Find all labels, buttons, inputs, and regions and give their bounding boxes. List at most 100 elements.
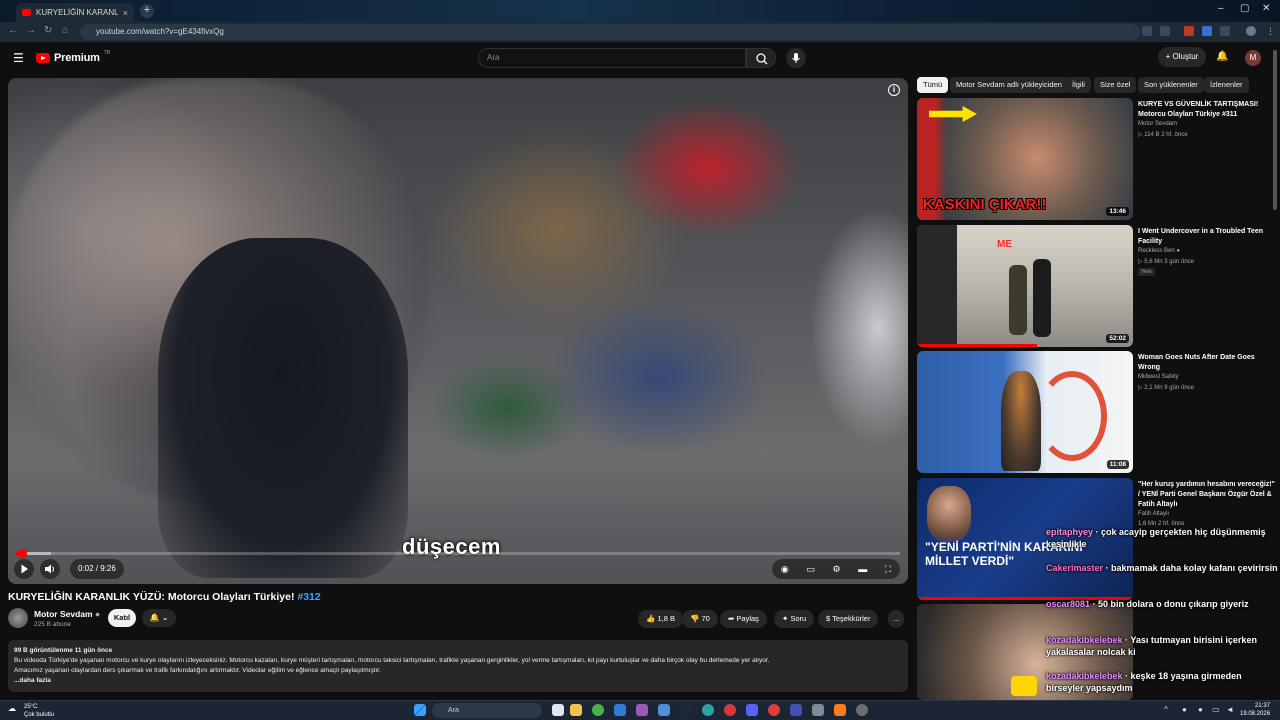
recommendation-item[interactable]: KASKINI ÇIKAR!! 13:46 KURYE VS GÜVENLİK …	[917, 98, 1267, 220]
weather-widget[interactable]: ☁ 25°C Çok bulutlu	[8, 703, 54, 719]
like-button[interactable]: 👍 1,8 B	[638, 610, 683, 628]
app-icon[interactable]	[790, 704, 802, 716]
app-icon[interactable]	[614, 704, 626, 716]
theater-mode-icon[interactable]: ▬	[858, 564, 867, 574]
description-box[interactable]: 99 B görüntülenme 11 gün önce Bu videoda…	[8, 640, 908, 692]
recommendation-channel[interactable]: Reckless Ben ●	[1138, 248, 1180, 254]
dislike-button[interactable]: 👎 70	[682, 610, 718, 628]
url-field[interactable]: youtube.com/watch?v=gE434fivxQg	[80, 24, 1140, 40]
forward-icon[interactable]: →	[26, 25, 36, 36]
subtitles-icon[interactable]: ▭	[806, 564, 815, 575]
create-button[interactable]: + Oluştur	[1158, 47, 1206, 67]
search-button[interactable]	[746, 48, 776, 68]
recommendation-channel[interactable]: Motor Sevdam	[1138, 121, 1177, 127]
video-thumbnail[interactable]: ME 52:02	[917, 225, 1133, 347]
video-hashtag[interactable]: #312	[297, 591, 320, 603]
system-clock[interactable]: 21:37 19.08.2026	[1240, 702, 1270, 718]
chrome-icon[interactable]	[592, 704, 604, 716]
extension-icon[interactable]	[1202, 26, 1212, 36]
fullscreen-icon[interactable]: ⛶	[885, 564, 891, 575]
file-explorer-icon[interactable]	[570, 704, 582, 716]
recommendation-title[interactable]: I Went Undercover in a Troubled Teen Fac…	[1138, 227, 1270, 247]
chip-all[interactable]: Tümü	[917, 77, 949, 93]
recommendation-item[interactable]: ME 52:02 I Went Undercover in a Troubled…	[917, 225, 1267, 347]
info-icon[interactable]: i	[888, 84, 900, 96]
recommendation-title[interactable]: Woman Goes Nuts After Date Goes Wrong	[1138, 353, 1270, 373]
app-icon[interactable]	[724, 704, 736, 716]
channel-name[interactable]: Motor Sevdam ●	[34, 609, 100, 619]
join-button[interactable]: Katıl	[108, 609, 136, 627]
video-thumbnail[interactable]: 11:08	[917, 351, 1133, 473]
notifications-bell-icon[interactable]: 🔔	[1216, 51, 1228, 62]
thanks-button[interactable]: $ Teşekkürler	[818, 610, 879, 628]
chat-message: epitaphyey · çok acayip gerçekten hiç dü…	[1046, 527, 1266, 549]
account-avatar[interactable]: M	[1245, 50, 1261, 66]
voice-search-button[interactable]	[786, 48, 806, 68]
chip-related[interactable]: İlgili	[1066, 77, 1091, 93]
new-tab-button[interactable]: +	[140, 4, 154, 18]
close-tab-icon[interactable]: ×	[123, 8, 128, 18]
cast-icon[interactable]	[1142, 26, 1152, 36]
app-icon[interactable]	[658, 704, 670, 716]
steam-icon[interactable]	[680, 704, 692, 716]
extensions-puzzle-icon[interactable]	[1220, 26, 1230, 36]
verified-icon: ●	[1176, 248, 1180, 254]
channel-avatar[interactable]	[8, 608, 28, 628]
extension-icon[interactable]	[1184, 26, 1194, 36]
network-icon[interactable]: ▭	[1212, 705, 1220, 714]
windows-start-icon[interactable]	[414, 704, 426, 716]
chip-watched[interactable]: İzlenenler	[1204, 77, 1249, 93]
task-view-icon[interactable]	[552, 704, 564, 716]
share-button[interactable]: ➦ Paylaş	[720, 610, 767, 628]
bookmark-star-icon[interactable]	[1160, 26, 1170, 36]
youtube-logo[interactable]: Premium TR	[36, 50, 110, 64]
chip-from-uploader[interactable]: Motor Sevdam adlı yükleyiciden	[950, 77, 1068, 93]
recommendation-title[interactable]: KURYE VS GÜVENLİK TARTIŞMASI! Motorcu Ol…	[1138, 100, 1270, 120]
tray-chevron-icon[interactable]: ^	[1164, 705, 1168, 714]
chip-for-you[interactable]: Size özel	[1094, 77, 1137, 93]
minimize-icon[interactable]: –	[1218, 3, 1224, 14]
settings-gear-icon[interactable]: ⚙	[832, 564, 840, 575]
progress-scrubber[interactable]	[18, 549, 27, 558]
progress-bar[interactable]	[16, 549, 900, 558]
close-window-icon[interactable]: ✕	[1262, 3, 1270, 14]
autoplay-toggle-icon[interactable]: ◉	[781, 564, 789, 575]
page-scrollbar[interactable]	[1273, 50, 1277, 210]
tray-app-icon[interactable]: ●	[1182, 705, 1187, 714]
app-icon[interactable]	[702, 704, 714, 716]
app-icon[interactable]	[636, 704, 648, 716]
video-thumbnail[interactable]: KASKINI ÇIKAR!! 13:46	[917, 98, 1133, 220]
recommendation-channel[interactable]: Fatih Altaylı	[1138, 511, 1169, 517]
browser-tab[interactable]: KURYELİĞİN KARANLIK YÜZÜ... ×	[16, 3, 134, 22]
search-input[interactable]: Ara	[478, 48, 746, 68]
recommendation-item[interactable]: 11:08 Woman Goes Nuts After Date Goes Wr…	[917, 351, 1267, 473]
menu-kebab-icon[interactable]: ⋮	[1266, 26, 1276, 36]
tray-app-icon[interactable]: ●	[1198, 705, 1203, 714]
reload-icon[interactable]: ↻	[44, 25, 52, 36]
hamburger-menu-icon[interactable]: ☰	[13, 52, 24, 64]
play-icon	[21, 564, 28, 574]
video-player[interactable]: i düşecem 0:02 / 9:26 ◉ ▭ ⚙ ▬ ⛶	[8, 78, 908, 584]
back-icon[interactable]: ←	[8, 25, 18, 36]
profile-icon[interactable]	[1246, 26, 1256, 36]
recommendation-meta-text: 2,1 Mn 9 gün önce	[1144, 385, 1194, 391]
maximize-icon[interactable]: ▢	[1240, 3, 1249, 14]
app-icon[interactable]	[834, 704, 846, 716]
recommendation-channel[interactable]: Midwest Safety	[1138, 374, 1179, 380]
recommendation-title[interactable]: "Her kuruş yardımın hesabını vereceğiz!"…	[1138, 480, 1278, 510]
speaker-icon[interactable]: ◄	[1226, 705, 1234, 714]
subscription-bell-button[interactable]: 🔔 ⌄	[142, 609, 176, 627]
settings-icon[interactable]	[812, 704, 824, 716]
ask-button[interactable]: ✦ Soru	[774, 610, 815, 628]
media-player-icon[interactable]	[856, 704, 868, 716]
more-actions-button[interactable]: ...	[888, 610, 905, 628]
app-icon[interactable]	[746, 704, 758, 716]
views-icon: ▷	[1138, 385, 1143, 391]
volume-button[interactable]	[40, 559, 60, 579]
play-button[interactable]	[14, 559, 34, 579]
taskbar-search[interactable]: Ara	[432, 703, 542, 718]
show-more-link[interactable]: ...daha fazla	[14, 676, 902, 686]
home-icon[interactable]: ⌂	[62, 25, 68, 36]
record-icon[interactable]	[768, 704, 780, 716]
chip-recent[interactable]: Son yüklenenler	[1138, 77, 1204, 93]
